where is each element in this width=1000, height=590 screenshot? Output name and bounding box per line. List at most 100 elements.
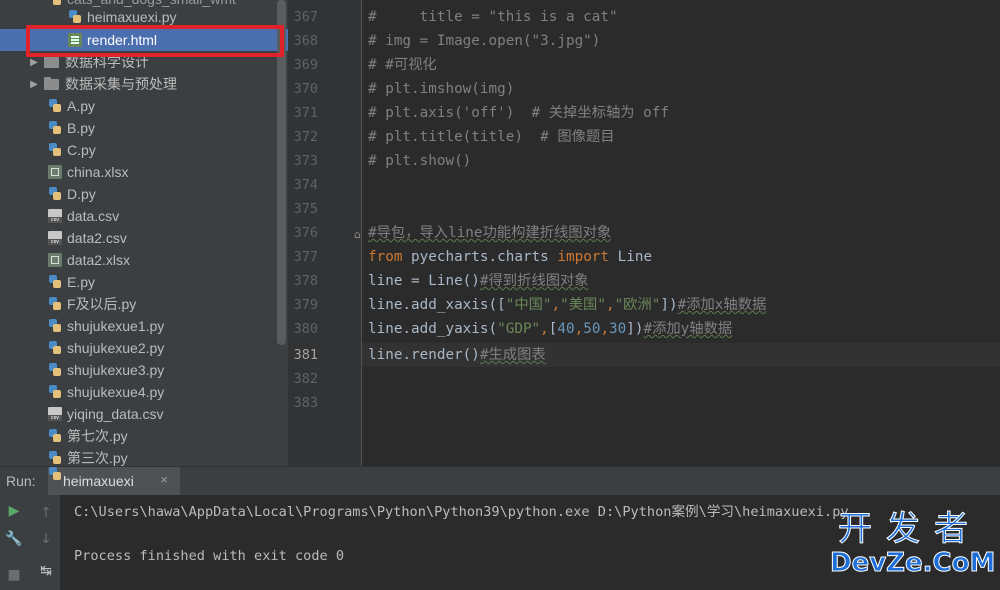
close-icon[interactable]: × (160, 472, 168, 487)
code-line: from pyecharts.charts import Line (368, 245, 652, 269)
python-file-icon (48, 187, 62, 201)
python-file-icon (48, 297, 62, 311)
ide-window: cats_and_dogs_small_wmt heimaxuexi.py re… (0, 0, 1000, 590)
line-number: 383 (293, 395, 318, 411)
tree-item-file[interactable]: 第七次.py (0, 425, 288, 447)
tree-item-file[interactable]: data2.csv (0, 227, 288, 249)
rerun-play-icon[interactable]: ▶ (4, 501, 24, 521)
project-tree: cats_and_dogs_small_wmt heimaxuexi.py re… (0, 0, 288, 466)
line-number: 375 (293, 201, 318, 217)
run-tab-heimaxuexi[interactable]: heimaxuexi × (48, 467, 180, 495)
run-toolbar: ▶ ↑ 🔧 ↓ ■ ↹ (0, 495, 60, 590)
comment-text: #添加x轴数据 (677, 297, 767, 313)
python-file-icon (48, 143, 62, 157)
string-literal: "中国" (505, 297, 552, 313)
line-number: 370 (293, 81, 318, 97)
code-line: line.add_xaxis(["中国","美国","欧洲"])#添加x轴数据 (368, 293, 766, 317)
tree-item-file[interactable]: D.py (0, 183, 288, 205)
code-line: # plt.imshow(img) (368, 81, 515, 97)
stop-icon[interactable]: ■ (4, 565, 24, 585)
code-line-current: line.render()#生成图表 (368, 343, 546, 367)
tree-item-label: shujukexue1.py (67, 318, 165, 334)
tree-item-label: C.py (67, 142, 96, 158)
tree-item-label: 第三次.py (67, 450, 128, 466)
code-line: # title = "this is a cat" (368, 9, 618, 25)
tree-item-label: shujukexue2.py (67, 340, 165, 356)
tree-item-file[interactable]: C.py (0, 139, 288, 161)
wrench-icon[interactable]: 🔧 (4, 529, 24, 549)
tree-item-file[interactable]: B.py (0, 117, 288, 139)
keyword-from: from (368, 249, 403, 265)
code-text: ]) (660, 297, 678, 313)
csv-file-icon (48, 407, 62, 421)
comment-text: #导包，导入line功能构建折线图对象 (368, 225, 612, 241)
tree-item-label: B.py (67, 120, 96, 136)
tree-item-file[interactable]: shujukexue4.py (0, 381, 288, 403)
line-number: 371 (293, 105, 318, 121)
code-line: #导包，导入line功能构建折线图对象 (368, 221, 611, 245)
tree-item-label: 数据采集与预处理 (65, 76, 177, 92)
run-tool-window-header: Run: heimaxuexi × (0, 466, 1000, 495)
chevron-right-icon[interactable]: ▶ (28, 79, 40, 90)
line-number: 379 (293, 297, 318, 313)
tree-item-file[interactable]: data2.xlsx (0, 249, 288, 271)
python-file-icon (48, 429, 62, 443)
soft-wrap-icon[interactable]: ↹ (36, 561, 56, 581)
run-label: Run: (6, 473, 36, 489)
spreadsheet-file-icon (48, 165, 62, 179)
module-name: pyecharts.charts (402, 249, 558, 265)
code-line: # img = Image.open("3.jpg") (368, 33, 601, 49)
line-number: 380 (293, 321, 318, 337)
string-literal: "美国" (560, 297, 606, 313)
tree-item-label: shujukexue4.py (67, 384, 165, 400)
folder-icon (44, 55, 60, 69)
line-number: 368 (293, 33, 318, 49)
tree-item-file[interactable]: shujukexue3.py (0, 359, 288, 381)
line-number: 372 (293, 129, 318, 145)
tree-item-file[interactable]: F及以后.py (0, 293, 288, 315)
number-literal: 40 (557, 321, 575, 337)
python-file-icon (48, 319, 62, 333)
python-file-icon (68, 10, 82, 24)
console-command-line: C:\Users\hawa\AppData\Local\Programs\Pyt… (74, 504, 849, 520)
tree-item-file[interactable]: A.py (0, 95, 288, 117)
tree-item-label: E.py (67, 274, 96, 290)
watermark-cn: 开发者 (838, 509, 982, 549)
tree-item-label: china.xlsx (67, 164, 129, 180)
tree-item-label: 第七次.py (67, 428, 128, 444)
tree-item-file[interactable]: shujukexue1.py (0, 315, 288, 337)
tree-item-label: data.csv (67, 208, 120, 224)
tree-item-file[interactable]: E.py (0, 271, 288, 293)
tree-item-label: F及以后.py (67, 296, 137, 312)
chevron-right-icon[interactable]: ▶ (28, 57, 40, 68)
csv-file-icon (48, 231, 62, 245)
string-literal: "欧洲" (614, 297, 661, 313)
tree-item-file[interactable]: shujukexue2.py (0, 337, 288, 359)
spreadsheet-file-icon (48, 253, 62, 267)
python-file-icon (48, 99, 62, 113)
comment-text: #得到折线图对象 (479, 273, 589, 289)
code-text: line.add_xaxis([ (368, 297, 506, 313)
tree-item-file[interactable]: data.csv (0, 205, 288, 227)
code-text: line.render() (368, 347, 480, 363)
code-text: line.add_yaxis( (368, 321, 498, 337)
tree-folder[interactable]: ▶ 数据采集与预处理 (0, 73, 288, 95)
code-line: # plt.title(title) # 图像题目 (368, 129, 615, 145)
tree-item-file[interactable]: 第三次.py (0, 447, 288, 466)
tree-item-label: heimaxuexi.py (87, 9, 177, 25)
tree-item-file[interactable]: yiqing_data.csv (0, 403, 288, 425)
annotation-highlight-box (26, 25, 284, 57)
string-literal: "GDP" (497, 321, 541, 337)
line-number: 377 (293, 249, 318, 265)
keyword-import: import (557, 249, 610, 265)
tree-item-file[interactable]: china.xlsx (0, 161, 288, 183)
comment-text: #添加y轴数据 (643, 321, 733, 337)
tree-item-label: A.py (67, 98, 96, 114)
fold-icon[interactable]: ⌂ (354, 228, 364, 241)
python-file-icon (48, 385, 62, 399)
line-number: 367 (293, 9, 318, 25)
comment-text: #生成图表 (479, 347, 546, 363)
code-line: # plt.axis('off') # 关掉坐标轴为 off (368, 105, 669, 121)
arrow-up-icon[interactable]: ↑ (36, 503, 56, 523)
arrow-down-icon[interactable]: ↓ (36, 529, 56, 549)
